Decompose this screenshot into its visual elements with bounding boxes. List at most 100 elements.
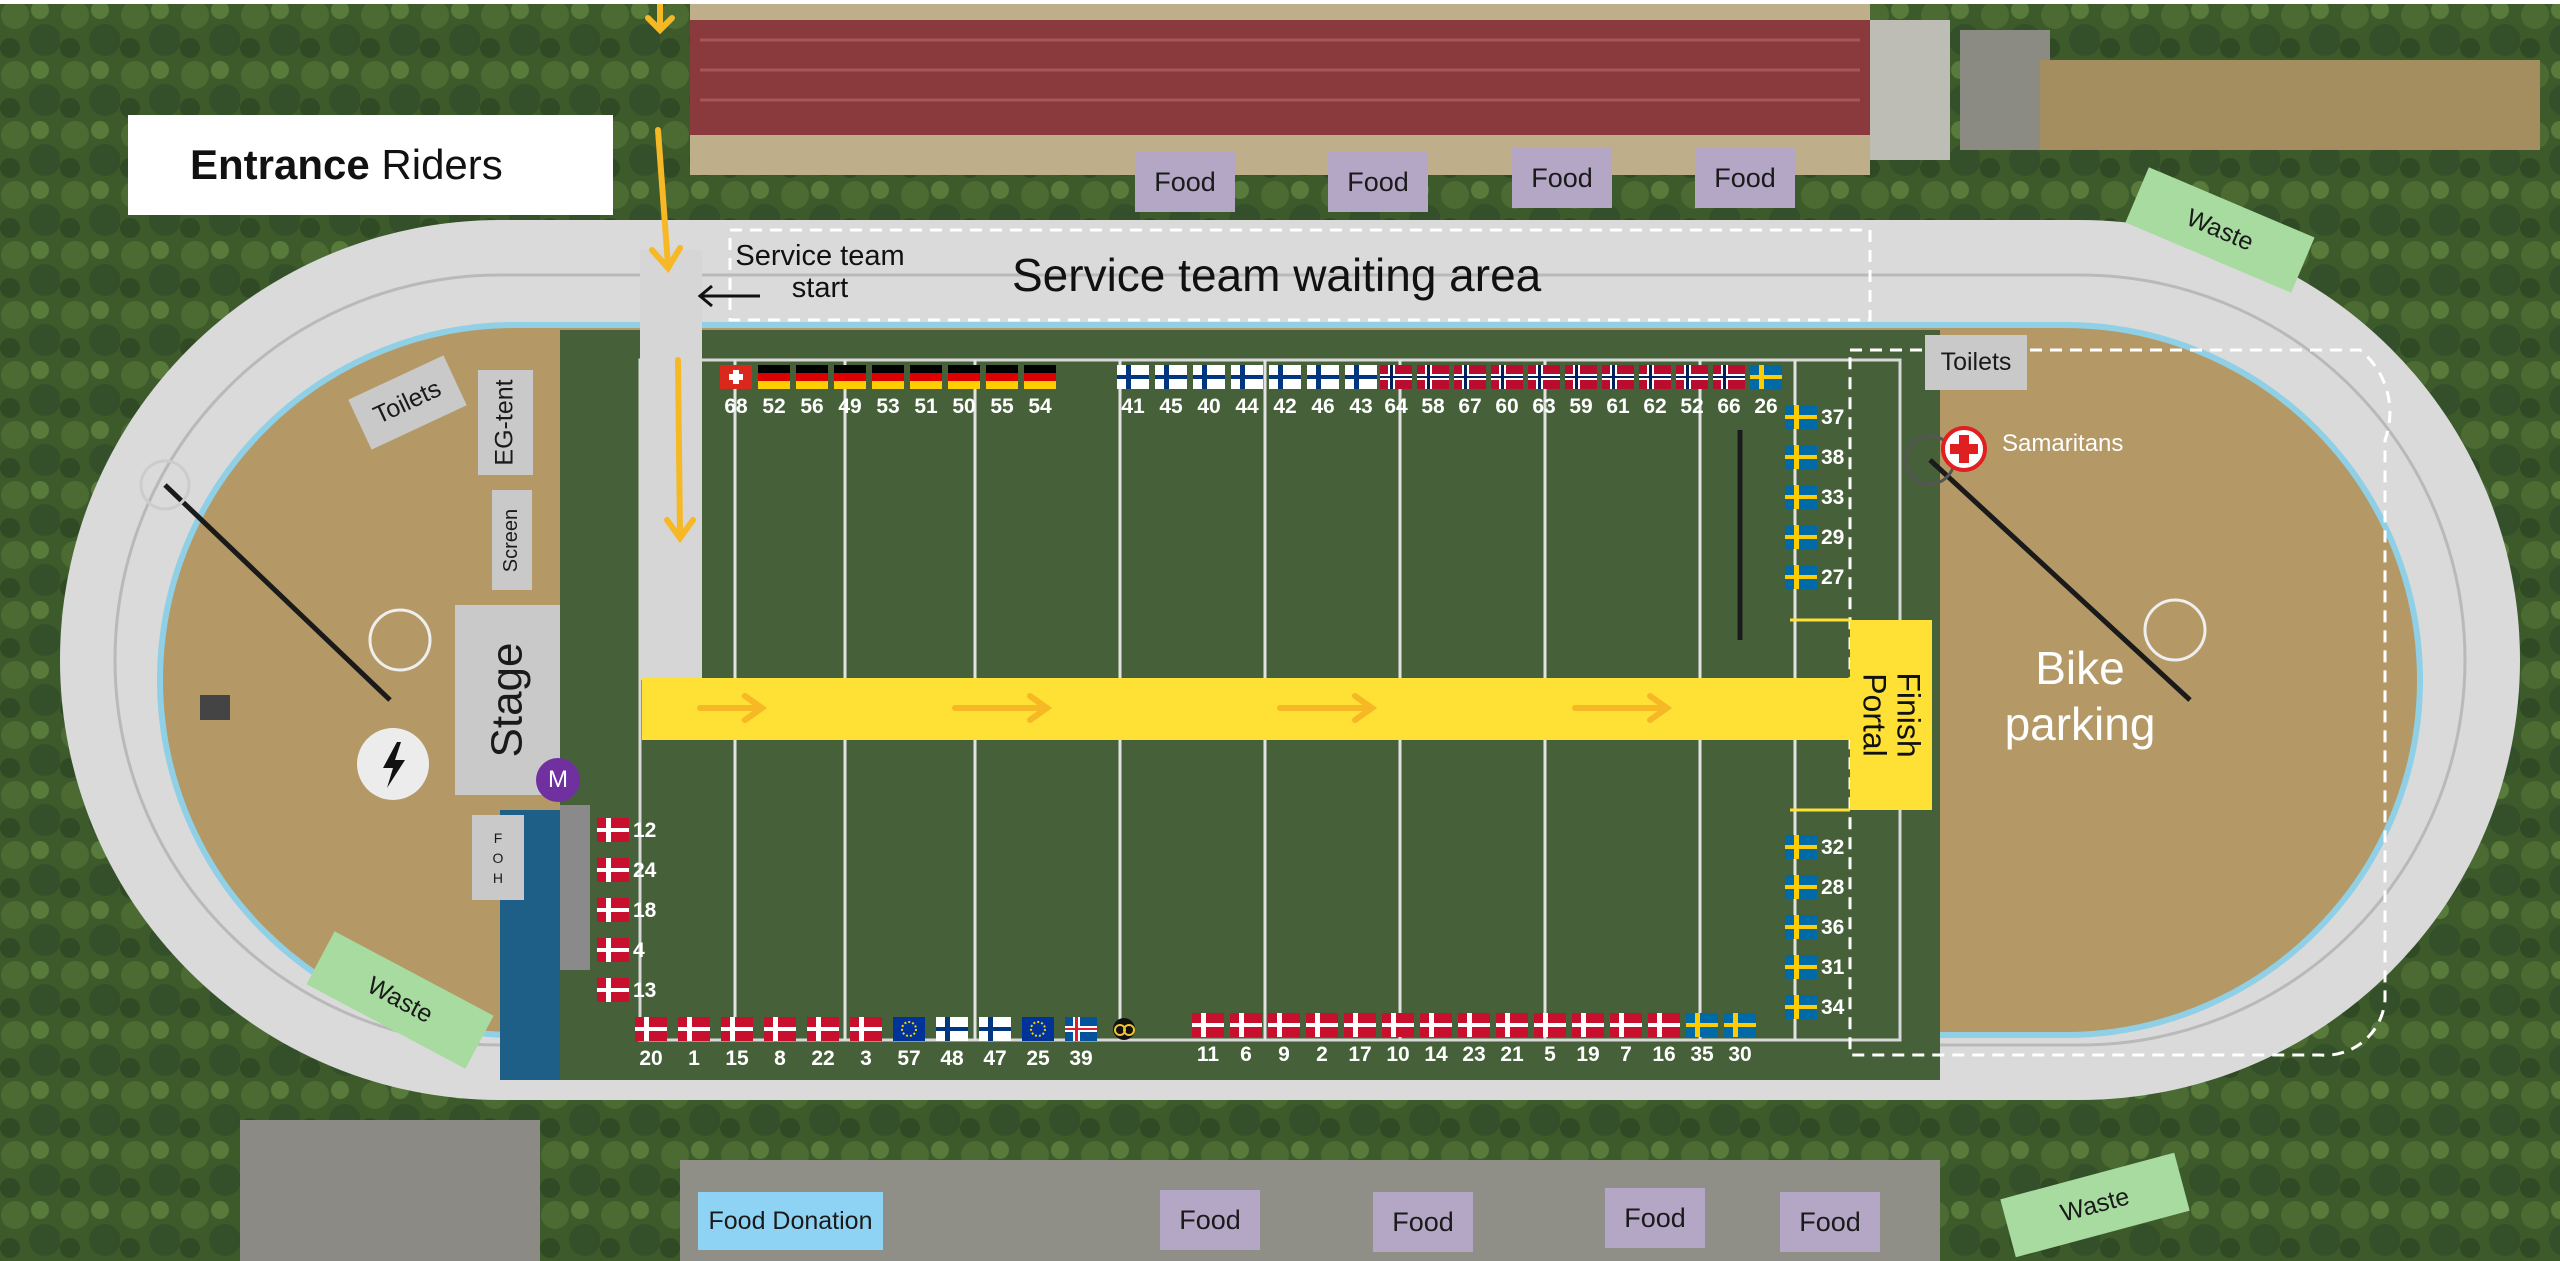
- team-number: 51: [914, 395, 938, 418]
- team-number: 2: [1316, 1043, 1328, 1066]
- flag-dk-icon: [1382, 1013, 1414, 1042]
- team-number: 61: [1606, 395, 1630, 418]
- team-number: 63: [1532, 395, 1556, 418]
- service-team-waiting-label: Service team waiting area: [1012, 249, 1542, 301]
- team-number: 53: [876, 395, 900, 418]
- flag-de-icon: [796, 365, 828, 394]
- finish-portal-label: Finish Portal: [1857, 672, 1928, 758]
- team-number: 59: [1569, 395, 1593, 418]
- samaritans-label: Samaritans: [2002, 430, 2124, 457]
- eg-tent-box: EG-tent: [478, 370, 533, 475]
- flag-fi-icon: [1231, 365, 1263, 394]
- team-number: 54: [1028, 395, 1052, 418]
- food-stand: Food: [1780, 1192, 1880, 1252]
- flag-se-icon: [1785, 445, 1817, 474]
- flag-dk-icon: [635, 1017, 667, 1046]
- team-number: 31: [1821, 956, 1845, 979]
- team-number: 14: [1424, 1043, 1448, 1066]
- flag-se-icon: [1785, 955, 1817, 984]
- team-number: 38: [1821, 446, 1845, 469]
- flag-de-icon: [1024, 365, 1056, 394]
- team-number: 27: [1821, 566, 1845, 589]
- flag-se-icon: [1724, 1013, 1756, 1042]
- team-number: 22: [811, 1047, 835, 1070]
- flag-fi-icon: [1193, 365, 1225, 394]
- team-number: 50: [952, 395, 976, 418]
- flag-no-icon: [1528, 365, 1560, 394]
- flag-dk-icon: [764, 1017, 796, 1046]
- toilets-box: Toilets: [1925, 335, 2027, 390]
- service-team-start-label: Service team start: [735, 240, 905, 304]
- team-number: 62: [1643, 395, 1667, 418]
- flag-is-icon: [1065, 1017, 1097, 1046]
- flag-dk-icon: [597, 898, 629, 927]
- flag-no-icon: [1565, 365, 1597, 394]
- flag-de-icon: [834, 365, 866, 394]
- team-number: 56: [800, 395, 824, 418]
- team-number: 17: [1348, 1043, 1372, 1066]
- flag-dk-icon: [1344, 1013, 1376, 1042]
- flag-eu-icon: [1022, 1017, 1054, 1046]
- screen-box: Screen: [492, 490, 532, 590]
- team-number: 58: [1421, 395, 1445, 418]
- food-donation-box: Food Donation: [698, 1192, 883, 1250]
- marker-m: M: [536, 758, 580, 802]
- flag-dk-icon: [1496, 1013, 1528, 1042]
- flag-dk-icon: [678, 1017, 710, 1046]
- flag-fi-icon: [1269, 365, 1301, 394]
- team-number: 10: [1386, 1043, 1410, 1066]
- grandstand-roof: [690, 20, 1870, 135]
- team-number: 15: [725, 1047, 749, 1070]
- food-stand: Food: [1605, 1188, 1705, 1248]
- flag-de-icon: [872, 365, 904, 394]
- team-number: 68: [724, 395, 748, 418]
- flag-no-icon: [1417, 365, 1449, 394]
- flag-fi-icon: [936, 1017, 968, 1046]
- flag-fi-icon: [1155, 365, 1187, 394]
- team-number: 64: [1384, 395, 1408, 418]
- flag-se-icon: [1785, 485, 1817, 514]
- team-number: 45: [1159, 395, 1183, 418]
- team-number: 46: [1311, 395, 1335, 418]
- team-number: 6: [1240, 1043, 1252, 1066]
- flag-dk-icon: [1610, 1013, 1642, 1042]
- food-stand: Food: [1160, 1190, 1260, 1250]
- team-number: 28: [1821, 876, 1845, 899]
- flag-dk-icon: [1192, 1013, 1224, 1042]
- team-number: 21: [1500, 1043, 1524, 1066]
- lightning-bolt-icon: [357, 728, 429, 800]
- flag-de-icon: [758, 365, 790, 394]
- team-number: 37: [1821, 406, 1845, 429]
- team-number: 57: [897, 1047, 921, 1070]
- team-number: 39: [1069, 1047, 1093, 1070]
- team-number: 60: [1495, 395, 1519, 418]
- team-number: 44: [1235, 395, 1259, 418]
- team-number: 33: [1821, 486, 1845, 509]
- food-stand: Food: [1512, 148, 1612, 208]
- flag-dk-icon: [1458, 1013, 1490, 1042]
- flag-se-icon: [1785, 405, 1817, 434]
- team-number: 30: [1728, 1043, 1752, 1066]
- team-number: 7: [1620, 1043, 1632, 1066]
- flag-dk-icon: [721, 1017, 753, 1046]
- flag-se-icon: [1785, 565, 1817, 594]
- flag-fi-icon: [1117, 365, 1149, 394]
- riders-label: Riders: [369, 141, 503, 188]
- team-number: 32: [1821, 836, 1845, 859]
- team-number: 35: [1690, 1043, 1714, 1066]
- team-number: 25: [1026, 1047, 1050, 1070]
- team-number: 47: [983, 1047, 1007, 1070]
- flag-fi-icon: [1345, 365, 1377, 394]
- flag-dk-icon: [597, 938, 629, 967]
- team-number: 52: [762, 395, 786, 418]
- flag-no-icon: [1676, 365, 1708, 394]
- flag-dk-icon: [850, 1017, 882, 1046]
- entrance-riders-box: Entrance Riders: [128, 115, 613, 215]
- team-number: 11: [1196, 1043, 1220, 1066]
- flag-de-icon: [910, 365, 942, 394]
- team-number: 1: [688, 1047, 700, 1070]
- food-stand: Food: [1328, 152, 1428, 212]
- team-number: 52: [1680, 395, 1704, 418]
- flag-se-icon: [1785, 875, 1817, 904]
- food-stand: Food: [1135, 152, 1235, 212]
